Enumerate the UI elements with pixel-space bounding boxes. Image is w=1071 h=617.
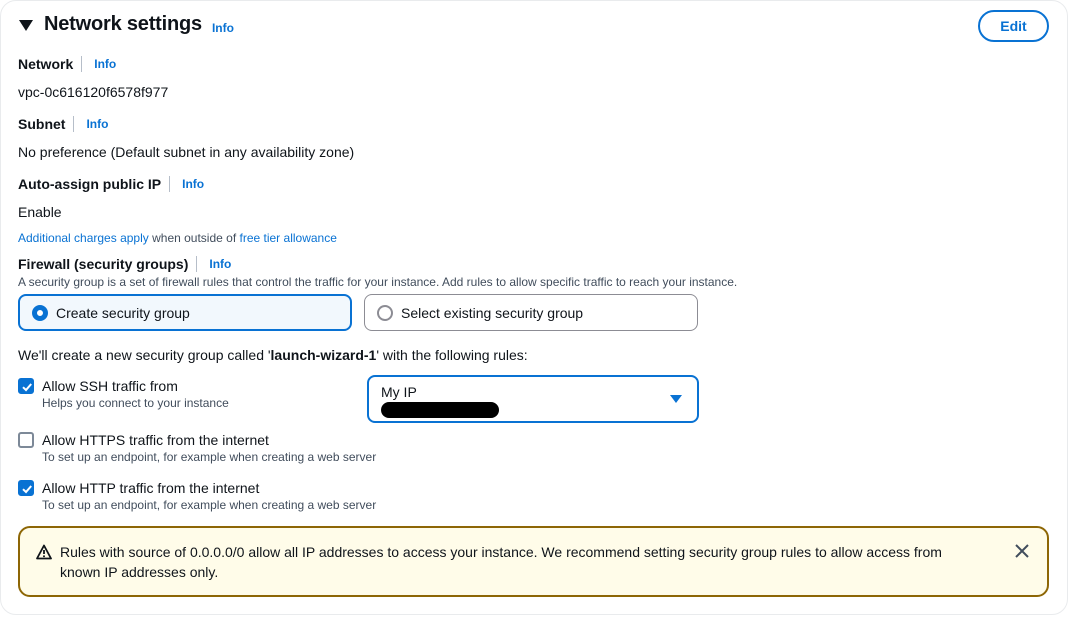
radio-selected[interactable] [32, 304, 48, 321]
additional-charges-link[interactable]: Additional charges apply [18, 231, 149, 245]
section-title: Network settings [44, 13, 202, 35]
ssh-source-value: My IP [381, 384, 417, 400]
security-group-name: launch-wizard-1 [270, 347, 377, 363]
network-value: vpc-0c616120f6578f977 [18, 84, 169, 100]
subnet-value: No preference (Default subnet in any ava… [18, 144, 355, 160]
https-rule-label: Allow HTTPS traffic from the internet [42, 432, 269, 448]
divider [73, 116, 75, 132]
subnet-label-row: Subnet Info [18, 116, 108, 132]
caret-down-icon[interactable] [19, 20, 33, 31]
ssh-checkbox[interactable] [18, 378, 34, 394]
auto-ip-label-row: Auto-assign public IP Info [18, 176, 204, 192]
edit-button[interactable]: Edit [978, 10, 1049, 42]
radio-unselected[interactable] [377, 304, 393, 321]
http-rule-label: Allow HTTP traffic from the internet [42, 480, 260, 496]
create-text-suffix: ' with the following rules: [376, 347, 528, 363]
divider [196, 256, 198, 272]
create-security-group-tile[interactable]: Create security group [18, 294, 352, 331]
firewall-label-row: Firewall (security groups) Info [18, 256, 231, 272]
network-label: Network [18, 56, 74, 72]
subnet-info-link[interactable]: Info [86, 117, 108, 131]
warning-alert: Rules with source of 0.0.0.0/0 allow all… [18, 526, 1049, 597]
divider [169, 176, 171, 192]
auto-ip-value: Enable [18, 204, 62, 220]
auto-ip-label: Auto-assign public IP [18, 176, 162, 192]
warning-icon [36, 544, 52, 560]
http-checkbox[interactable] [18, 480, 34, 496]
https-checkbox[interactable] [18, 432, 34, 448]
caret-down-icon[interactable] [670, 395, 682, 403]
header-info-link[interactable]: Info [212, 21, 234, 35]
close-icon[interactable] [1015, 544, 1029, 558]
ssh-rule-label: Allow SSH traffic from [42, 378, 178, 394]
select-existing-security-group-label: Select existing security group [401, 304, 584, 321]
subnet-label: Subnet [18, 116, 66, 132]
redacted-ip [381, 402, 499, 418]
checkmark-icon [22, 383, 32, 392]
charges-middle-text: when outside of [148, 231, 240, 245]
warning-alert-text: Rules with source of 0.0.0.0/0 allow all… [60, 544, 942, 580]
network-settings-panel: Network settings Info Edit Network Info … [0, 0, 1068, 615]
firewall-info-link[interactable]: Info [209, 257, 231, 271]
create-security-group-text: We'll create a new security group called… [18, 347, 528, 363]
network-info-link[interactable]: Info [94, 57, 116, 71]
charges-note: Additional charges apply when outside of… [18, 231, 337, 245]
ssh-rule-description: Helps you connect to your instance [42, 396, 229, 410]
network-label-row: Network Info [18, 56, 116, 72]
ssh-source-select[interactable]: My IP [367, 375, 699, 423]
firewall-description: A security group is a set of firewall ru… [18, 275, 738, 289]
divider [81, 56, 83, 72]
http-rule-description: To set up an endpoint, for example when … [42, 498, 377, 512]
create-security-group-label: Create security group [56, 304, 190, 321]
select-existing-security-group-tile[interactable]: Select existing security group [364, 294, 698, 331]
create-text-prefix: We'll create a new security group called… [18, 347, 271, 363]
auto-ip-info-link[interactable]: Info [182, 177, 204, 191]
section-header[interactable]: Network settings Info [19, 13, 234, 36]
firewall-label: Firewall (security groups) [18, 256, 189, 272]
free-tier-link[interactable]: free tier allowance [240, 231, 337, 245]
checkmark-icon [22, 485, 32, 494]
https-rule-description: To set up an endpoint, for example when … [42, 450, 377, 464]
